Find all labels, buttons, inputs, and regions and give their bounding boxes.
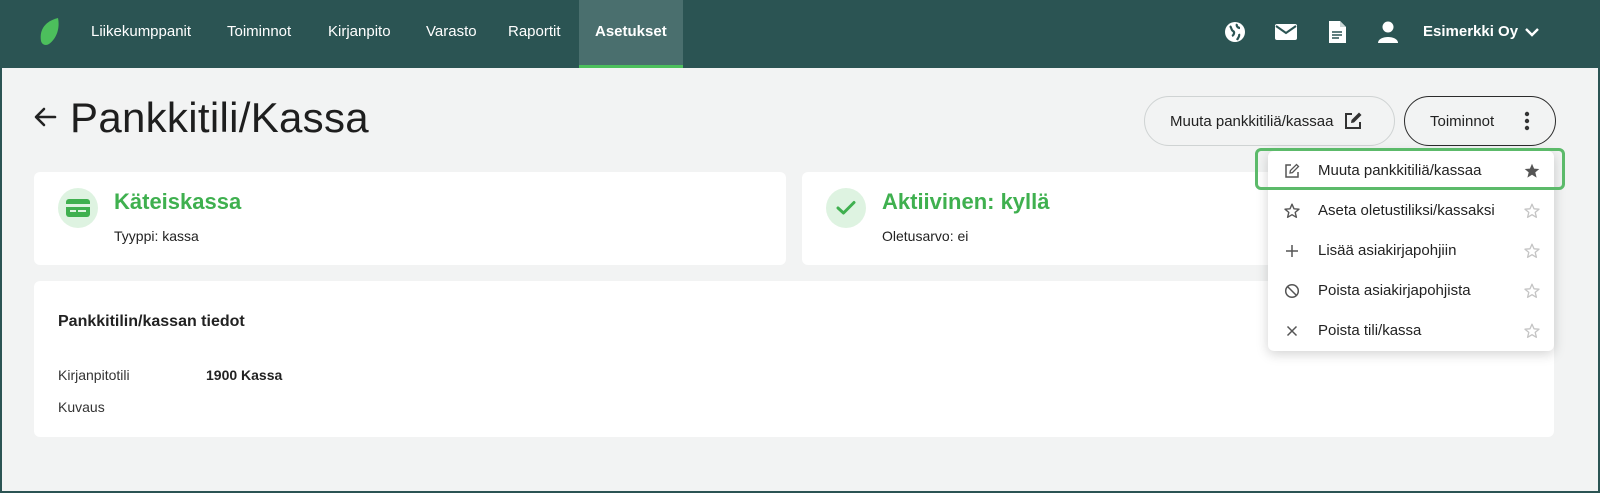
status-title: Aktiivinen: kyllä [882, 189, 1050, 214]
menu-item-remove-from-templates[interactable]: Poista asiakirjapohjista [1268, 271, 1554, 311]
menu-item-set-default[interactable]: Aseta oletustiliksi/kassaksi [1268, 191, 1554, 231]
ban-icon [1284, 283, 1300, 299]
company-name: Esimerkki Oy [1423, 23, 1519, 40]
actions-menu-button-label: Toiminnot [1430, 112, 1495, 130]
menu-item-edit-account[interactable]: Muuta pankkitiliä/kassaa [1268, 151, 1554, 191]
user-icon[interactable] [1376, 20, 1400, 44]
top-navigation-bar: Liikekumppanit Toiminnot Kirjanpito Vara… [2, 0, 1600, 68]
card-icon-circle [58, 188, 98, 228]
close-icon [1286, 325, 1298, 337]
page-title: Pankkitili/Kassa [70, 94, 369, 141]
cash-type-card: Käteiskassa Tyyppi: kassa [34, 172, 786, 265]
nav-item-liikekumppanit[interactable]: Liikekumppanit [91, 0, 191, 68]
field-label-kuvaus: Kuvaus [58, 399, 105, 415]
cash-type-title: Käteiskassa [114, 189, 242, 214]
menu-item-label: Muuta pankkitiliä/kassaa [1318, 162, 1482, 179]
globe-icon[interactable] [1223, 20, 1247, 44]
cash-type-subtitle: Tyyppi: kassa [114, 228, 199, 244]
edit-account-button[interactable]: Muuta pankkitiliä/kassaa [1144, 96, 1395, 146]
menu-item-delete-account[interactable]: Poista tili/kassa [1268, 311, 1554, 351]
edit-icon [1285, 163, 1300, 178]
actions-menu-button[interactable]: Toiminnot [1404, 96, 1556, 146]
star-outline-icon[interactable] [1524, 283, 1540, 299]
menu-item-add-to-templates[interactable]: Lisää asiakirjapohjiin [1268, 231, 1554, 271]
check-icon-circle [826, 188, 866, 228]
star-filled-icon[interactable] [1524, 163, 1540, 179]
mail-icon[interactable] [1274, 20, 1298, 44]
edit-account-button-label: Muuta pankkitiliä/kassaa [1170, 112, 1334, 130]
star-outline-icon[interactable] [1524, 323, 1540, 339]
check-icon [836, 201, 856, 215]
nav-item-kirjanpito[interactable]: Kirjanpito [328, 0, 391, 68]
menu-item-label: Lisää asiakirjapohjiin [1318, 242, 1457, 259]
details-section-title: Pankkitilin/kassan tiedot [58, 313, 245, 330]
nav-item-varasto[interactable]: Varasto [426, 0, 477, 68]
nav-item-asetukset[interactable]: Asetukset [579, 0, 683, 68]
more-vertical-icon [1525, 111, 1530, 131]
menu-item-label: Poista tili/kassa [1318, 322, 1422, 339]
chevron-down-icon [1525, 28, 1539, 37]
edit-icon [1345, 112, 1362, 129]
menu-item-label: Poista asiakirjapohjista [1318, 282, 1471, 299]
document-icon[interactable] [1325, 20, 1349, 44]
star-outline-icon [1284, 203, 1300, 218]
company-switcher[interactable]: Esimerkki Oy [1423, 0, 1540, 64]
leaf-logo-icon[interactable] [38, 17, 62, 47]
status-subtitle: Oletusarvo: ei [882, 228, 969, 244]
back-arrow-icon[interactable] [32, 104, 58, 130]
nav-item-toiminnot[interactable]: Toiminnot [227, 0, 291, 68]
credit-card-icon [66, 199, 90, 217]
plus-icon [1286, 245, 1298, 257]
menu-item-label: Aseta oletustiliksi/kassaksi [1318, 202, 1495, 219]
star-outline-icon[interactable] [1524, 203, 1540, 219]
actions-dropdown-menu: Muuta pankkitiliä/kassaa Aseta oletustil… [1268, 151, 1554, 351]
star-outline-icon[interactable] [1524, 243, 1540, 259]
nav-item-raportit[interactable]: Raportit [508, 0, 561, 68]
field-label-kirjanpitotili: Kirjanpitotili [58, 367, 130, 383]
field-value-kirjanpitotili: 1900 Kassa [206, 367, 283, 383]
